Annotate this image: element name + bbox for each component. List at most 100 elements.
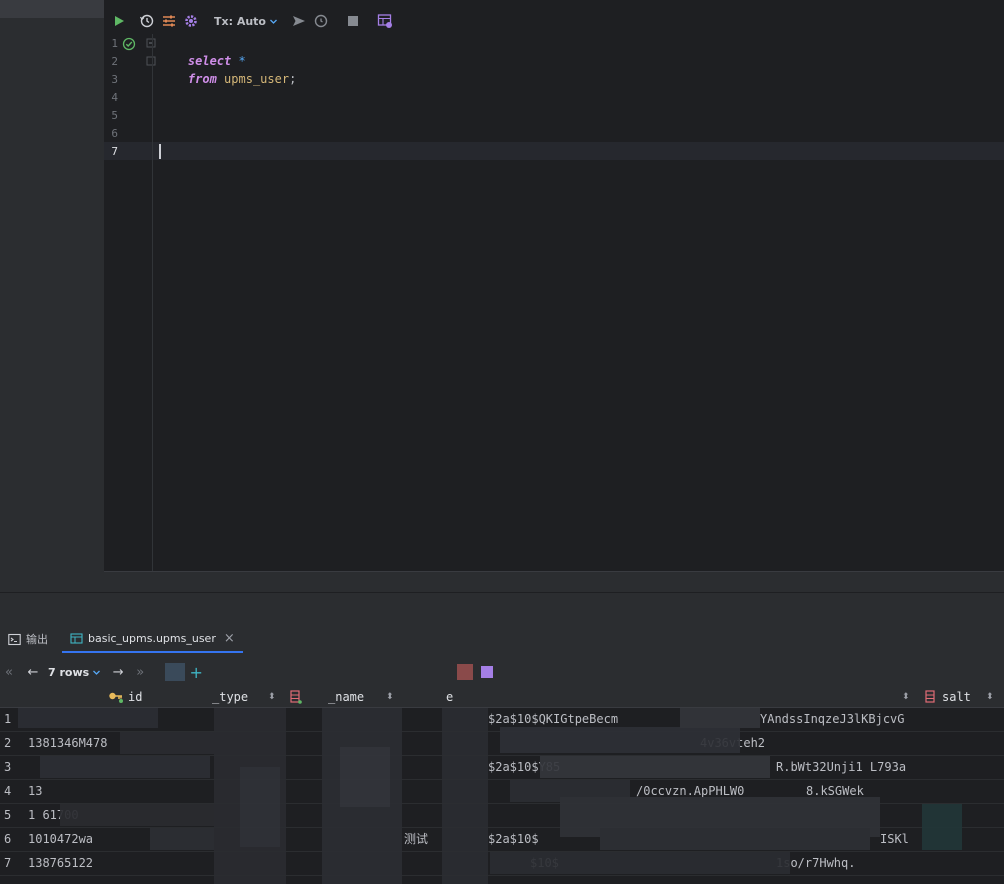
cell-id[interactable]: 1010472wa [28, 828, 208, 851]
cell-id[interactable]: 1 61700 [28, 804, 208, 827]
code-line-1: select * [159, 34, 246, 68]
cell-salt[interactable]: 4v36vteh2 [700, 732, 850, 755]
table-row[interactable]: 2 1381346M478 4v36vteh2 [0, 732, 1004, 756]
row-number: 2 [4, 736, 12, 750]
run-icon[interactable] [108, 10, 130, 32]
sort-icon[interactable]: ⬍ [268, 687, 276, 707]
line-gutter: 1 2 3 4 5 6 7 [104, 34, 156, 572]
result-grid[interactable]: id _type ⬍ _name ⬍ e ⬍ salt ⬍ 1 $2a$10$Q… [0, 687, 1004, 884]
cell-password[interactable]: $2a$10$Y85 [488, 756, 648, 779]
text-caret [159, 144, 161, 159]
query-toolbar: Tx: Auto [104, 8, 1004, 34]
cell-name[interactable]: 测试 [404, 828, 464, 851]
table-row[interactable]: 5 1 61700 [0, 804, 1004, 828]
sql-semicolon: ; [289, 72, 297, 86]
sql-table-name[interactable]: upms_user [224, 72, 289, 86]
settings-sliders-icon[interactable] [158, 10, 180, 32]
close-icon[interactable]: × [224, 631, 235, 646]
column-header-type[interactable]: _type [212, 687, 248, 707]
line-number: 1 [111, 37, 118, 50]
cell-salt[interactable]: YAndssInqzeJ3lKBjcvG [760, 708, 910, 731]
delete-row-icon[interactable] [457, 664, 474, 680]
cell-password[interactable]: $2a$10$ [488, 828, 648, 851]
editor-tab-bar [104, 0, 1004, 8]
code-line-2: from upms_user; [159, 52, 296, 86]
transaction-mode-dropdown[interactable]: Tx: Auto [210, 10, 282, 32]
row-number: 5 [4, 808, 12, 822]
fold-icon[interactable] [146, 38, 156, 48]
sql-keyword: from [187, 72, 217, 86]
line-number: 7 [111, 145, 118, 158]
row-number: 3 [4, 760, 12, 774]
row-number: 4 [4, 784, 12, 798]
rows-count-label: 7 rows [48, 665, 90, 679]
cell-salt[interactable]: R.bWt32Unji1 L793a [776, 756, 916, 779]
stop-icon[interactable] [342, 10, 364, 32]
column-header-e[interactable]: e [446, 687, 453, 707]
check-success-icon[interactable] [122, 37, 136, 51]
row-number: 1 [4, 712, 12, 726]
rollback-icon[interactable] [310, 10, 332, 32]
gear-icon[interactable] [180, 10, 202, 32]
table-row[interactable]: 6 1010472wa 测试 $2a$10$ ISKl [0, 828, 1004, 852]
sql-editor[interactable]: 1 2 3 4 5 6 7 select * from upms_user; [104, 34, 1004, 572]
refresh-icon[interactable] [165, 663, 186, 681]
splitter[interactable] [0, 572, 1004, 592]
left-panel [0, 0, 104, 592]
gutter-separator [152, 34, 153, 572]
sort-icon[interactable]: ⬍ [902, 687, 910, 707]
add-row-button[interactable]: + [185, 661, 207, 683]
table-row[interactable]: 7 138765122 $10$ 1so/r7Hwhq. [0, 852, 1004, 876]
line-number: 3 [111, 73, 118, 86]
cell-id[interactable]: 138765122 [28, 852, 208, 875]
edit-icon[interactable] [481, 666, 494, 678]
fold-end-icon[interactable] [146, 56, 156, 66]
column-header-name[interactable]: _name [328, 687, 364, 707]
grid-header: id _type ⬍ _name ⬍ e ⬍ salt ⬍ [0, 687, 1004, 708]
console-icon [8, 633, 21, 645]
tab-output[interactable]: 输出 [0, 625, 56, 653]
rows-count-dropdown[interactable]: 7 rows [42, 666, 107, 679]
tab-upms-user[interactable]: basic_upms.upms_user × [62, 625, 243, 653]
line-number: 6 [111, 127, 118, 140]
first-page-button[interactable]: « [0, 661, 18, 683]
cell-salt[interactable]: 1so/r7Hwhq. [776, 852, 916, 875]
column-icon [925, 690, 935, 703]
cell-password[interactable]: $10$ [530, 852, 690, 875]
sort-icon[interactable]: ⬍ [986, 687, 994, 707]
cell-salt[interactable]: 8.kSGWek [806, 780, 906, 803]
cell-id[interactable]: 13 [28, 780, 208, 803]
chevron-down-icon [93, 670, 101, 675]
prev-page-button[interactable]: ← [24, 661, 42, 683]
services-panel: 输出 basic_upms.upms_user × « ← 7 rows → »… [0, 593, 1004, 884]
cell-password[interactable]: /0ccvzn.ApPHLW0 [636, 780, 776, 803]
transaction-mode-label: Tx: Auto [214, 14, 266, 28]
table-settings-icon[interactable] [374, 10, 396, 32]
history-icon[interactable] [136, 10, 158, 32]
row-number: 7 [4, 856, 12, 870]
table-icon [70, 632, 83, 644]
chevron-down-icon [270, 19, 277, 24]
cell-password[interactable]: $2a$10$QKIGtpeBecm [488, 708, 648, 731]
table-row[interactable]: 3 $2a$10$Y85 R.bWt32Unji1 L793a [0, 756, 1004, 780]
line-number: 5 [111, 109, 118, 122]
column-header-id[interactable]: id [128, 687, 142, 707]
sort-icon[interactable]: ⬍ [386, 687, 394, 707]
cell-id[interactable]: 1381346M478 [28, 732, 208, 755]
cell-salt[interactable]: ISKl [880, 828, 910, 851]
table-row[interactable]: 1 $2a$10$QKIGtpeBecm YAndssInqzeJ3lKBjcv… [0, 708, 1004, 732]
row-number: 6 [4, 832, 12, 846]
commit-icon[interactable] [288, 10, 310, 32]
column-header-salt[interactable]: salt [942, 687, 971, 707]
tab-output-label: 输出 [26, 633, 48, 646]
table-row[interactable]: 4 13 /0ccvzn.ApPHLW0 8.kSGWek [0, 780, 1004, 804]
next-page-button[interactable]: → [107, 661, 129, 683]
line-number: 4 [111, 91, 118, 104]
line-number: 2 [111, 55, 118, 68]
tab-upms-user-label: basic_upms.upms_user [88, 631, 216, 645]
current-line-highlight [104, 142, 1004, 160]
left-panel-tab[interactable] [0, 0, 104, 18]
column-icon [290, 690, 302, 704]
last-page-button[interactable]: » [129, 661, 151, 683]
result-toolbar: « ← 7 rows → » + [0, 657, 1004, 687]
